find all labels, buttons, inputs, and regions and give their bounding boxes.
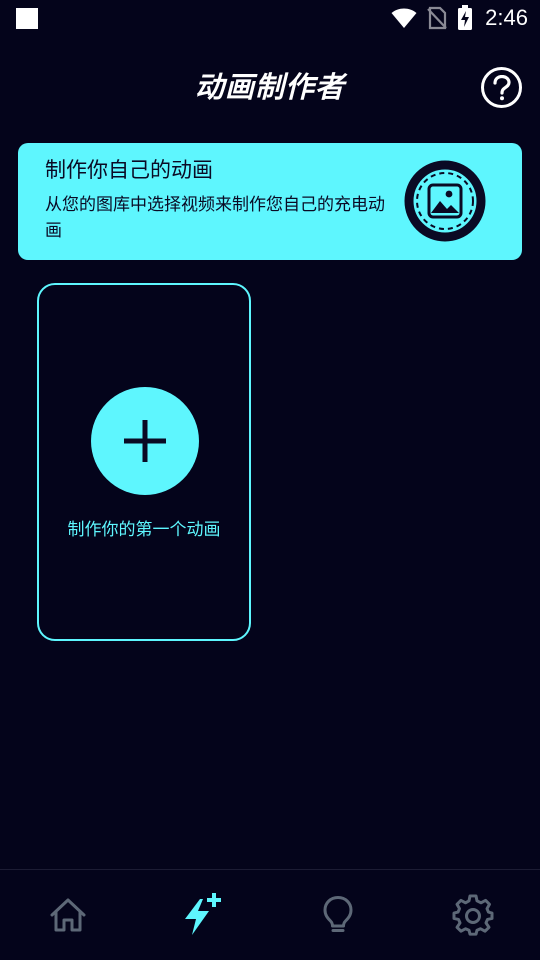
create-first-animation-card[interactable]: 制作你的第一个动画 (37, 283, 251, 641)
status-time: 2:46 (485, 5, 528, 30)
help-button[interactable] (481, 67, 522, 108)
add-animation-button[interactable] (91, 387, 199, 495)
app-screen: 2:46 动画制作者 制作你自己的动画 从您的图库中选择视频来制作您自己的充电动… (0, 0, 540, 960)
no-sim-icon (427, 6, 447, 30)
battery-charging-icon (458, 5, 473, 30)
status-bar: 2:46 (0, 0, 540, 36)
nav-ideas[interactable] (270, 870, 405, 960)
question-circle-icon (492, 74, 511, 100)
banner-title: 制作你自己的动画 (45, 158, 213, 182)
home-icon (50, 898, 85, 932)
nav-settings[interactable] (405, 870, 540, 960)
wifi-icon (391, 8, 417, 28)
image-gallery-icon (404, 160, 486, 242)
lightbulb-icon (323, 896, 352, 932)
bottom-nav (0, 869, 540, 960)
bolt-plus-icon (184, 893, 221, 935)
nav-home[interactable] (0, 870, 135, 960)
plus-icon (124, 420, 166, 462)
notification-square-icon (16, 8, 38, 29)
create-first-animation-label: 制作你的第一个动画 (67, 520, 221, 540)
banner-description: 从您的图库中选择视频来制作您自己的充电动画 (45, 195, 385, 241)
gear-icon (452, 894, 493, 936)
nav-animation-maker[interactable] (135, 870, 270, 960)
page-title: 动画制作者 (194, 70, 345, 104)
status-icons: 2:46 (391, 4, 528, 32)
create-own-animation-banner[interactable]: 制作你自己的动画 从您的图库中选择视频来制作您自己的充电动画 (18, 143, 522, 260)
